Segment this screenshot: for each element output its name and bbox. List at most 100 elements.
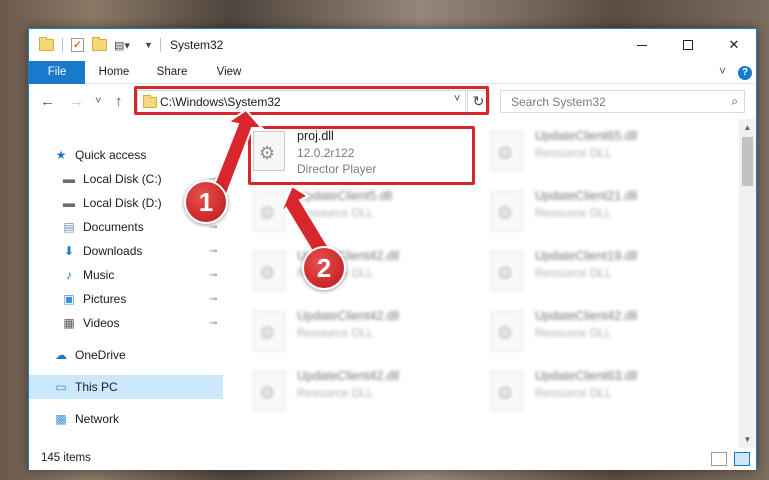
sidebar-item-videos[interactable]: ▦ Videos ⊸ (29, 311, 223, 335)
file-description: Resource DLL (535, 206, 612, 220)
pin-icon: ⊸ (209, 293, 218, 305)
scroll-thumb[interactable] (742, 137, 753, 186)
file-description: Resource DLL (535, 386, 612, 400)
recent-locations-button[interactable]: ˅ (95, 95, 101, 107)
sidebar-item-onedrive[interactable]: ☁ OneDrive (29, 343, 223, 367)
step-badge-2: 2 (302, 246, 346, 290)
pin-icon: ⊸ (209, 317, 218, 329)
sidebar-item-label: Pictures (83, 292, 127, 306)
sidebar-item-this-pc[interactable]: ▭ This PC (29, 375, 223, 399)
properties-icon[interactable]: ✓ (71, 37, 84, 53)
file-item[interactable]: ⚙UpdateClient42.dllResource DLL (487, 307, 707, 359)
gear-icon: ⚙ (497, 143, 514, 163)
chevron-down-icon[interactable]: ▼ (144, 37, 153, 53)
file-item[interactable]: ⚙UpdateClient42.dllResource DLL (249, 367, 469, 419)
expand-ribbon-icon[interactable]: ˅ (719, 64, 726, 78)
sidebar-item-label: Downloads (83, 244, 143, 258)
file-item-proj-dll[interactable]: ⚙ proj.dll 12.0.2r122 Director Player (249, 127, 469, 179)
sidebar-item-label: Quick access (75, 148, 147, 162)
search-input[interactable]: Search System32 ⌕ (500, 90, 745, 113)
gear-icon: ⚙ (497, 263, 514, 283)
file-item[interactable]: ⚙UpdateClient42.dllResource DLL (249, 247, 469, 299)
file-description: Resource DLL (297, 206, 374, 220)
divider (62, 38, 63, 52)
file-item[interactable]: ⚙ UpdateClient19.dll Resource DLL (487, 247, 707, 299)
scroll-up-icon[interactable]: ▲ (739, 119, 756, 136)
maximize-button[interactable] (665, 29, 711, 61)
file-item[interactable]: ⚙UpdateClient42.dllResource DLL (249, 307, 469, 359)
download-icon: ⬇ (63, 244, 75, 258)
sidebar-item-label: This PC (75, 380, 118, 394)
file-name: UpdateClient5.dll (297, 189, 393, 203)
file-name: UpdateClient21.dll (535, 189, 638, 203)
file-item[interactable]: ⚙ UpdateClient5.dll Resource DLL (249, 187, 469, 239)
tab-file[interactable]: File (29, 61, 85, 84)
dll-file-icon: ⚙ (253, 251, 285, 291)
file-item[interactable]: ⚙ UpdateClient63.dll Resource DLL (487, 367, 707, 419)
customize-toolbar-icon[interactable]: ▤▾ (114, 37, 130, 53)
item-count: 145 items (41, 452, 91, 464)
title-bar: ✓ ▤▾ ▼ System32 ✕ (29, 29, 756, 61)
minimize-button[interactable] (619, 29, 665, 61)
details-view-icon[interactable] (711, 452, 727, 466)
file-item[interactable]: ⚙ UpdateClient65.dll Resource DLL (487, 127, 707, 179)
gear-icon: ⚙ (259, 263, 276, 283)
back-button[interactable]: ← (40, 93, 55, 110)
close-button[interactable]: ✕ (711, 29, 757, 61)
address-path[interactable]: C:\Windows\System32 (160, 95, 281, 109)
forward-button[interactable]: → (69, 93, 84, 110)
chevron-down-icon[interactable]: ˅ (454, 93, 460, 105)
dll-file-icon: ⚙ (253, 311, 285, 351)
sidebar-item-music[interactable]: ♪ Music ⊸ (29, 263, 223, 287)
up-button[interactable]: ↑ (115, 93, 123, 110)
file-name: UpdateClient63.dll (535, 369, 638, 383)
minimize-icon (637, 44, 647, 46)
folder-icon (39, 37, 54, 53)
new-folder-icon[interactable] (92, 37, 107, 53)
refresh-button[interactable]: ↻ (467, 90, 490, 113)
address-bar[interactable]: C:\Windows\System32 ˅ (137, 90, 466, 113)
video-icon: ▦ (63, 316, 75, 330)
dll-file-icon: ⚙ (253, 131, 285, 171)
help-icon[interactable]: ? (738, 66, 752, 80)
dll-file-icon: ⚙ (491, 191, 523, 231)
file-version: 12.0.2r122 (297, 146, 355, 160)
file-name: UpdateClient42.dll (297, 369, 400, 383)
dll-file-icon: ⚙ (253, 191, 285, 231)
ribbon: File Home Share View ˅ ? (29, 61, 756, 84)
vertical-scrollbar[interactable]: ▲ ▼ (739, 119, 756, 448)
sidebar-item-label: Music (83, 268, 115, 282)
search-placeholder: Search System32 (511, 95, 606, 109)
folder-icon (143, 95, 157, 108)
pin-icon: ⊸ (209, 269, 218, 281)
sidebar-item-label: Documents (83, 220, 144, 234)
gear-icon: ⚙ (259, 143, 276, 163)
document-icon: ▤ (63, 220, 75, 234)
window-title: System32 (170, 38, 224, 52)
music-icon: ♪ (66, 268, 72, 282)
sidebar-item-label: Network (75, 412, 120, 426)
divider (160, 38, 161, 52)
sidebar-item-downloads[interactable]: ⬇ Downloads ⊸ (29, 239, 223, 263)
file-description: Resource DLL (297, 326, 374, 340)
sidebar-item-pictures[interactable]: ▣ Pictures ⊸ (29, 287, 223, 311)
tab-home[interactable]: Home (89, 61, 139, 84)
maximize-icon (683, 40, 693, 50)
tiles-view-icon[interactable] (734, 452, 750, 466)
sidebar-item-quick-access[interactable]: ★ Quick access (29, 143, 223, 167)
scroll-down-icon[interactable]: ▼ (739, 431, 756, 448)
file-item[interactable]: ⚙ UpdateClient21.dll Resource DLL (487, 187, 707, 239)
star-icon: ★ (55, 148, 67, 162)
file-description: Resource DLL (535, 326, 612, 340)
sidebar-item-network[interactable]: ▩ Network (29, 407, 223, 431)
step-badge-1: 1 (184, 180, 228, 224)
gear-icon: ⚙ (259, 383, 276, 403)
dll-file-icon: ⚙ (253, 371, 285, 411)
navigation-bar: ← → ˅ ↑ C:\Windows\System32 ˅ ↻ Search S… (29, 84, 756, 119)
cloud-icon: ☁ (55, 348, 67, 362)
tab-share[interactable]: Share (147, 61, 197, 84)
file-explorer-window: ✓ ▤▾ ▼ System32 ✕ File Home Share View ˅… (28, 28, 757, 470)
drive-icon: ▬ (63, 172, 75, 186)
file-name: UpdateClient65.dll (535, 129, 638, 143)
tab-view[interactable]: View (204, 61, 254, 84)
